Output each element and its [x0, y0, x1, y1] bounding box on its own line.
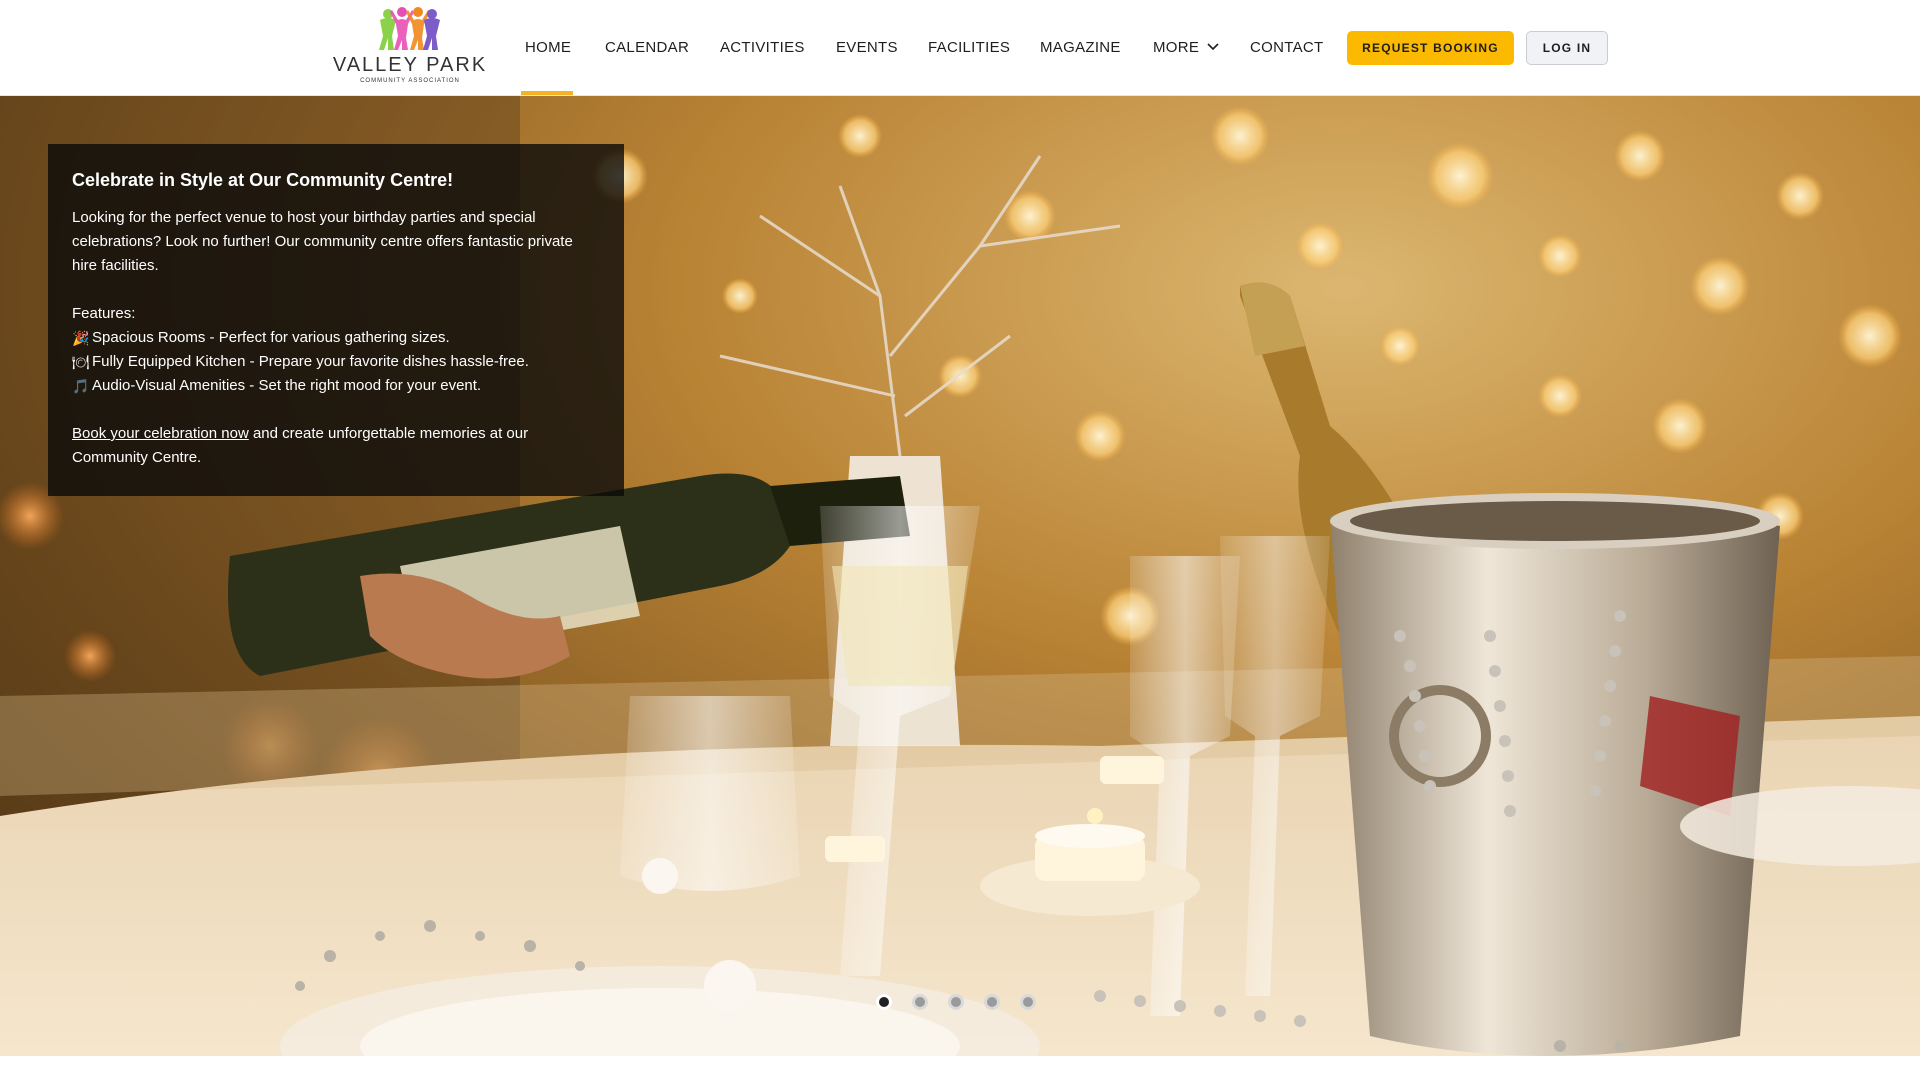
site-logo[interactable]: VALLEY PARK COMMUNITY ASSOCIATION: [332, 6, 488, 90]
people-logo-icon: [379, 7, 440, 50]
promo-title: Celebrate in Style at Our Community Cent…: [72, 170, 454, 190]
nav-item-facilities[interactable]: FACILITIES: [928, 36, 1010, 58]
music-note-icon: 🎵: [72, 378, 90, 394]
site-header: VALLEY PARK COMMUNITY ASSOCIATION HOME C…: [0, 0, 1920, 96]
promo-intro: Looking for the perfect venue to host yo…: [72, 209, 573, 274]
feature-text: Audio-Visual Amenities - Set the right m…: [92, 377, 482, 394]
nav-item-contact[interactable]: CONTACT: [1250, 36, 1323, 58]
slide-dot-2[interactable]: [912, 994, 928, 1010]
log-in-button[interactable]: LOG IN: [1526, 31, 1608, 65]
features-heading: Features:: [72, 305, 136, 322]
nav-item-label: MORE: [1153, 38, 1200, 56]
nav-item-calendar[interactable]: CALENDAR: [605, 36, 689, 58]
nav-item-label: CONTACT: [1250, 38, 1324, 56]
feature-item: 🎵 Audio-Visual Amenities - Set the right…: [72, 374, 600, 398]
party-popper-icon: 🎉: [72, 330, 90, 346]
promo-info-panel: Celebrate in Style at Our Community Cent…: [48, 144, 624, 496]
book-celebration-link[interactable]: Book your celebration now: [72, 425, 249, 442]
nav-item-label: EVENTS: [836, 38, 898, 56]
nav-item-label: HOME: [525, 38, 572, 56]
active-nav-indicator: [521, 91, 573, 95]
nav-item-label: MAGAZINE: [1040, 38, 1121, 56]
chevron-down-icon: [1207, 43, 1219, 51]
nav-item-home[interactable]: HOME: [525, 36, 571, 58]
feature-text: Spacious Rooms - Perfect for various gat…: [92, 329, 450, 346]
brand-name: VALLEY PARK: [332, 54, 488, 76]
feature-item: 🍽 Fully Equipped Kitchen - Prepare your …: [72, 350, 600, 374]
nav-item-events[interactable]: EVENTS: [836, 36, 898, 58]
slide-dot-1[interactable]: [876, 994, 892, 1010]
brand-subtitle: COMMUNITY ASSOCIATION: [360, 78, 460, 84]
nav-item-more[interactable]: MORE: [1153, 36, 1219, 58]
slideshow-pagination: [876, 994, 1036, 1010]
slide-dot-4[interactable]: [984, 994, 1000, 1010]
page-bottom-strip: [0, 1056, 1920, 1080]
plate-icon: 🍽: [72, 354, 90, 370]
feature-item: 🎉 Spacious Rooms - Perfect for various g…: [72, 326, 600, 350]
nav-item-label: CALENDAR: [605, 38, 690, 56]
nav-item-label: FACILITIES: [928, 38, 1011, 56]
hero-slideshow: Celebrate in Style at Our Community Cent…: [0, 96, 1920, 1056]
request-booking-button[interactable]: REQUEST BOOKING: [1347, 31, 1514, 65]
slide-dot-5[interactable]: [1020, 994, 1036, 1010]
nav-item-activities[interactable]: ACTIVITIES: [720, 36, 805, 58]
nav-item-magazine[interactable]: MAGAZINE: [1040, 36, 1121, 58]
nav-item-label: ACTIVITIES: [720, 38, 805, 56]
slide-dot-3[interactable]: [948, 994, 964, 1010]
cta-paragraph: Book your celebration now and create unf…: [72, 422, 600, 470]
feature-text: Fully Equipped Kitchen - Prepare your fa…: [92, 353, 529, 370]
